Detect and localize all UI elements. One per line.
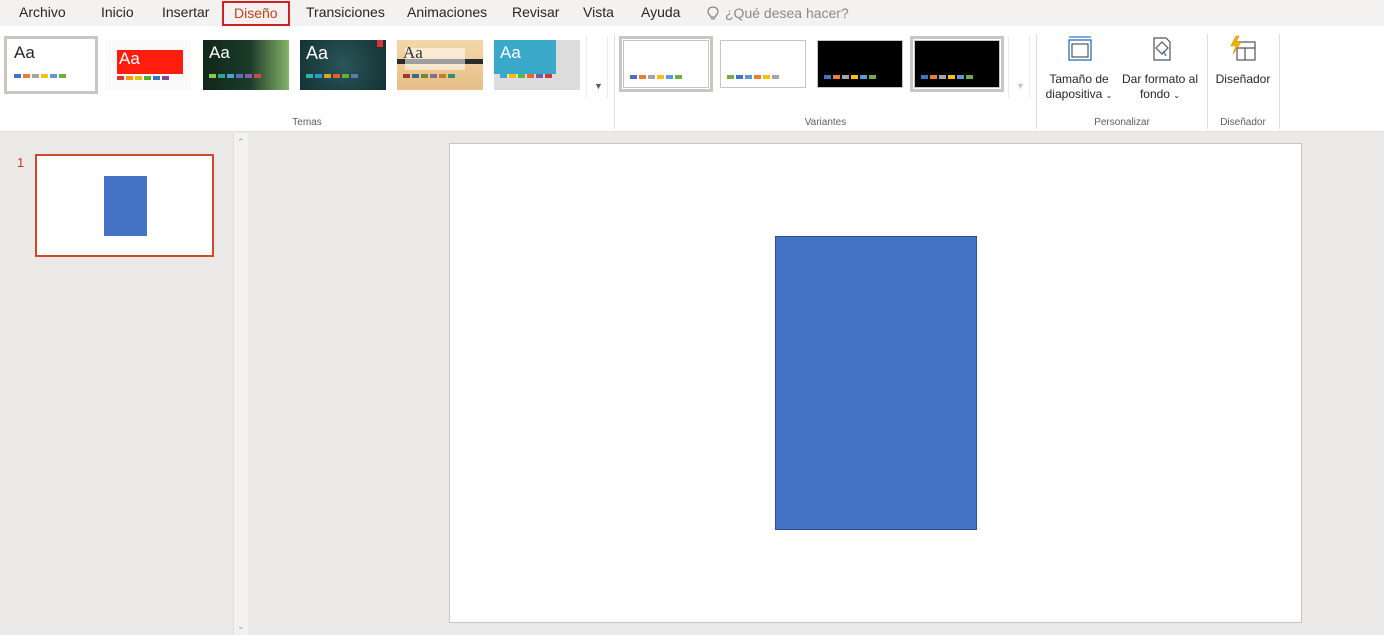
- theme-dark-green[interactable]: Aa: [203, 40, 289, 90]
- theme-office[interactable]: Aa: [4, 36, 98, 94]
- tab-insertar[interactable]: Insertar: [162, 3, 209, 24]
- tab-archivo[interactable]: Archivo: [19, 3, 66, 24]
- scroll-down-icon[interactable]: ⌄: [237, 621, 245, 632]
- tab-diseno[interactable]: Diseño: [222, 1, 290, 26]
- group-label-temas: Temas: [292, 117, 322, 128]
- ribbon-tab-bar: Archivo Inicio Insertar Diseño Transicio…: [0, 0, 1384, 26]
- slide-canvas[interactable]: [449, 143, 1302, 623]
- slide-thumbnail-1[interactable]: [35, 154, 214, 257]
- group-label-personalizar: Personalizar: [1094, 117, 1150, 128]
- lightbulb-icon: [707, 5, 719, 19]
- tell-me-placeholder: ¿Qué desea hacer?: [725, 4, 849, 21]
- variants-more-button[interactable]: ▼: [1008, 36, 1030, 98]
- chevron-down-icon: ▼: [1016, 81, 1025, 91]
- variant-4[interactable]: [910, 36, 1004, 92]
- scroll-up-icon[interactable]: ⌃: [237, 137, 245, 148]
- ribbon-design: Aa Aa Aa Aa Aa Aa ▼ Temas ▼ Variantes Ta…: [0, 26, 1384, 132]
- themes-more-button[interactable]: ▼: [586, 36, 608, 98]
- slide-thumbnails-pane: 1 ⌃ ⌄: [0, 133, 248, 635]
- group-label-variantes: Variantes: [804, 117, 847, 128]
- thumbnail-rectangle-shape: [104, 176, 147, 236]
- slide-number: 1: [17, 155, 25, 170]
- tell-me-search[interactable]: ¿Qué desea hacer?: [706, 3, 849, 23]
- tab-transiciones[interactable]: Transiciones: [306, 3, 385, 24]
- slide-size-button[interactable]: Tamaño de diapositiva ⌄: [1043, 34, 1115, 114]
- thumbnails-scrollbar[interactable]: ⌃ ⌄: [233, 133, 248, 635]
- variant-3[interactable]: [817, 40, 903, 88]
- variant-1[interactable]: [619, 36, 713, 92]
- chevron-down-icon: ▼: [594, 81, 603, 91]
- slide-size-icon: [1068, 36, 1092, 61]
- format-background-icon: [1153, 37, 1171, 61]
- theme-blue[interactable]: Aa: [494, 40, 580, 90]
- rectangle-shape[interactable]: [775, 236, 977, 530]
- tab-animaciones[interactable]: Animaciones: [407, 3, 487, 24]
- designer-icon: [1230, 35, 1256, 61]
- designer-label: Diseñador: [1215, 72, 1271, 86]
- tab-ayuda[interactable]: Ayuda: [641, 3, 680, 24]
- theme-wood[interactable]: Aa: [397, 40, 483, 90]
- theme-teal[interactable]: Aa: [300, 40, 386, 90]
- format-background-button[interactable]: Dar formato al fondo ⌄: [1120, 34, 1200, 114]
- chevron-down-icon: ⌄: [1105, 91, 1113, 100]
- tab-revisar[interactable]: Revisar: [512, 3, 559, 24]
- slide-size-label: Tamaño de diapositiva: [1045, 72, 1109, 101]
- tab-vista[interactable]: Vista: [583, 3, 614, 24]
- chevron-down-icon: ⌄: [1173, 91, 1181, 100]
- designer-button[interactable]: Diseñador: [1212, 34, 1274, 114]
- format-background-label: Dar formato al fondo: [1121, 72, 1199, 101]
- theme-red[interactable]: Aa: [105, 40, 191, 90]
- group-label-disenador: Diseñador: [1220, 117, 1266, 128]
- variant-2[interactable]: [720, 40, 806, 88]
- tab-inicio[interactable]: Inicio: [101, 3, 134, 24]
